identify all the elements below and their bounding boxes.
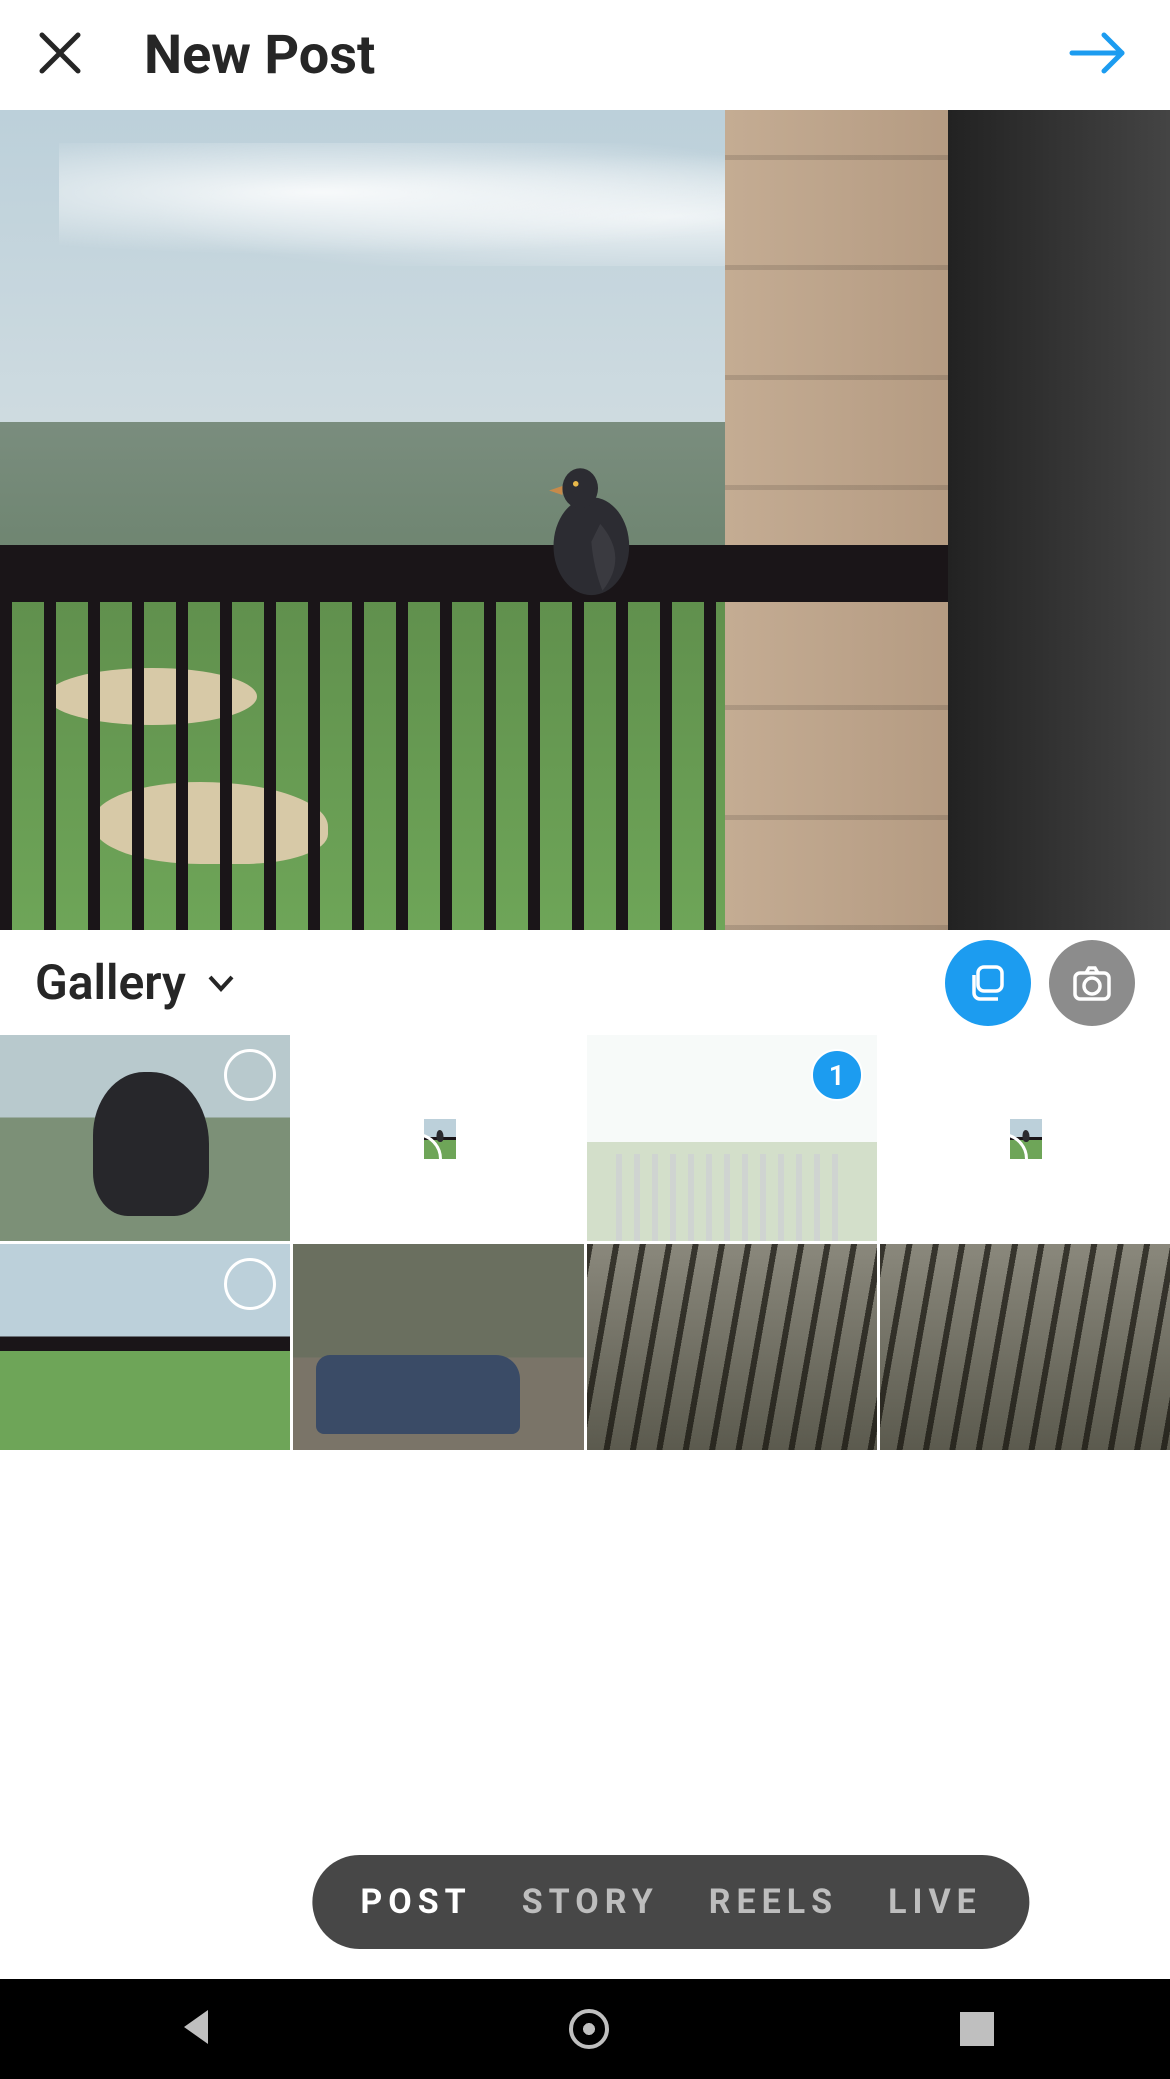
selection-ring <box>224 1258 276 1310</box>
circle-home-icon <box>569 2009 609 2049</box>
bird-subject <box>527 446 656 602</box>
selected-photo-preview[interactable] <box>0 110 1170 930</box>
gallery-source-bar: Gallery <box>0 930 1170 1035</box>
gallery-source-dropdown[interactable]: Gallery <box>35 954 236 1011</box>
selection-ring <box>1010 1133 1028 1158</box>
chevron-down-icon <box>206 968 236 998</box>
multi-select-button[interactable] <box>945 940 1031 1026</box>
photo-thumbnail[interactable]: 1 <box>587 1035 877 1241</box>
selection-badge: 1 <box>811 1049 863 1101</box>
camera-button[interactable] <box>1049 940 1135 1026</box>
page-title: New Post <box>144 24 1066 87</box>
mode-tab-post[interactable]: POST <box>360 1882 471 1922</box>
android-recents-button[interactable] <box>960 2012 994 2046</box>
android-nav-bar <box>0 1979 1170 2079</box>
selection-ring <box>224 1049 276 1101</box>
close-icon <box>36 29 84 77</box>
create-mode-selector[interactable]: POST STORY REELS LIVE <box>312 1855 1029 1949</box>
arrow-right-icon <box>1066 29 1130 77</box>
photo-thumbnail[interactable] <box>293 1244 583 1450</box>
selection-ring <box>424 1133 442 1158</box>
close-button[interactable] <box>36 29 84 81</box>
gallery-source-label: Gallery <box>35 954 186 1011</box>
photo-thumbnail[interactable] <box>0 1035 290 1241</box>
photo-thumbnail[interactable] <box>880 1244 1170 1450</box>
photo-grid: 1 POST STORY REELS LIVE <box>0 1035 1170 1979</box>
mode-tab-story[interactable]: STORY <box>522 1882 659 1922</box>
mode-tab-reels[interactable]: REELS <box>709 1882 838 1922</box>
photo-thumbnail[interactable] <box>424 1119 456 1158</box>
header: New Post <box>0 0 1170 110</box>
android-home-button[interactable] <box>569 2009 609 2049</box>
triangle-back-icon <box>176 2006 218 2048</box>
multi-select-icon <box>966 961 1010 1005</box>
next-button[interactable] <box>1066 29 1130 81</box>
square-recents-icon <box>960 2012 994 2046</box>
photo-thumbnail[interactable] <box>587 1244 877 1450</box>
android-back-button[interactable] <box>176 2006 218 2052</box>
photo-thumbnail[interactable] <box>1010 1119 1042 1158</box>
camera-icon <box>1070 961 1114 1005</box>
photo-thumbnail[interactable] <box>0 1244 290 1450</box>
mode-tab-live[interactable]: LIVE <box>888 1882 982 1922</box>
